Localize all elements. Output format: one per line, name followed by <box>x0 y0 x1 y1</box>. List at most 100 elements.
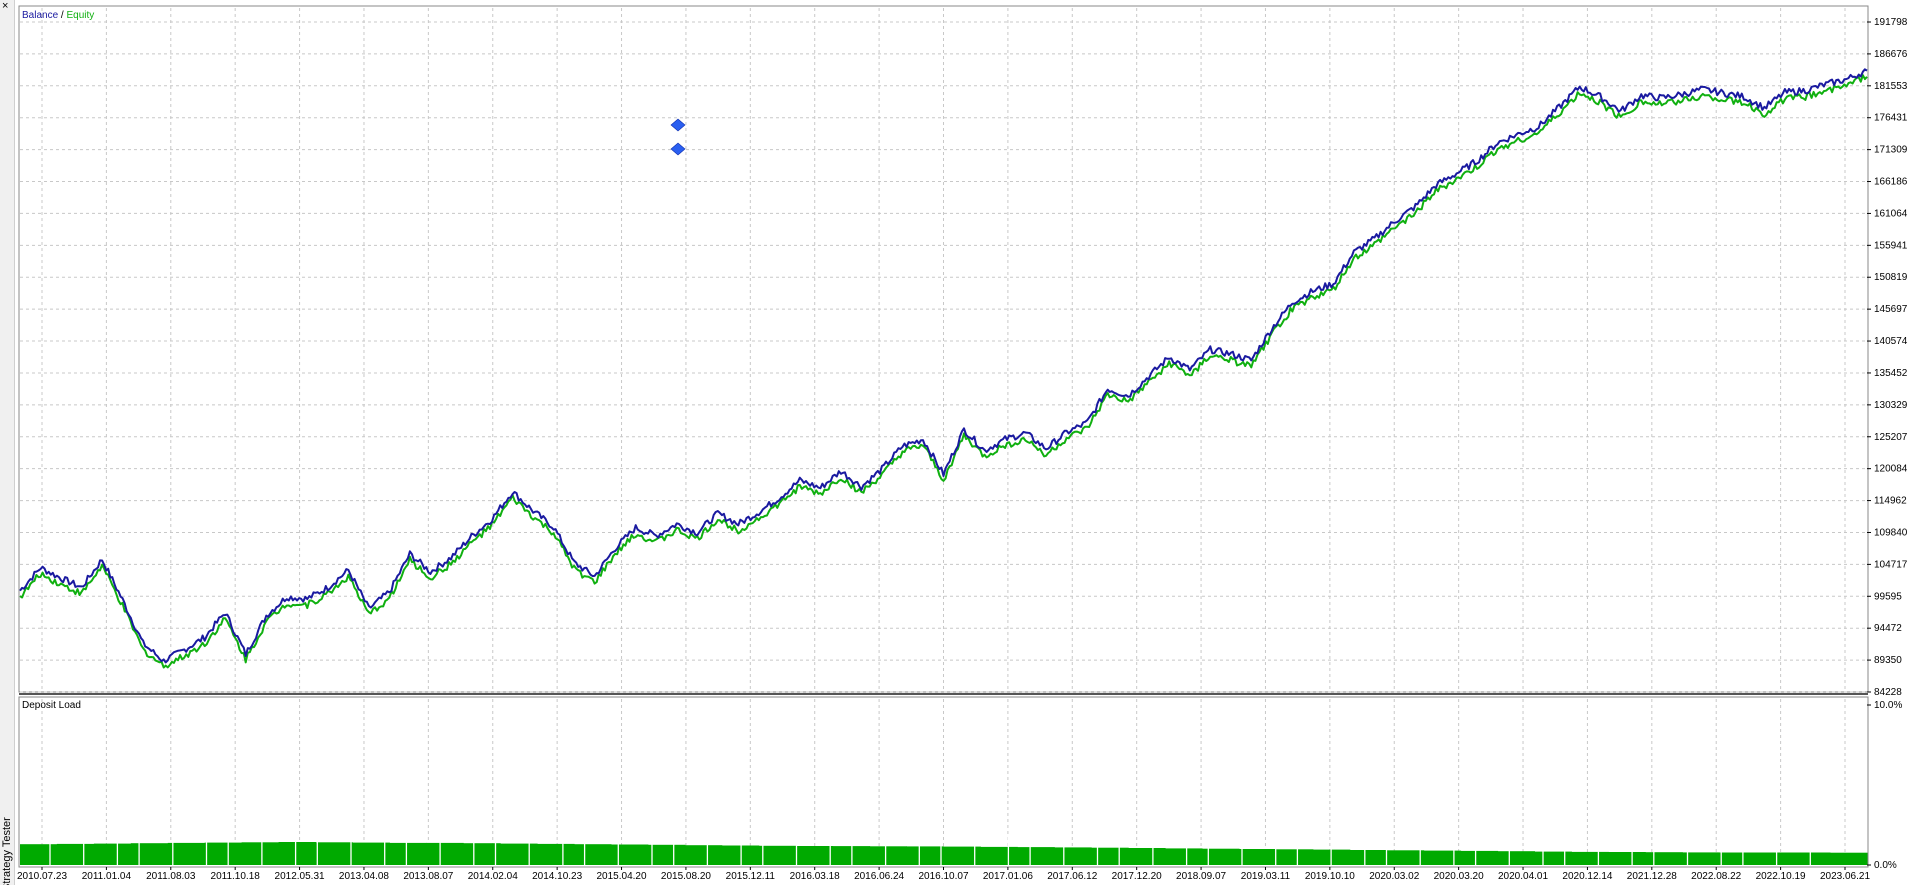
chart-legend: Balance / Equity <box>22 10 94 21</box>
main-y-axis: 191798 186676 181553 176431 171309 166186 1610… <box>1867 17 1908 698</box>
y-tick-label: 89350 <box>1874 655 1902 666</box>
tester-graph: 191798 186676 181553 176431 171309 166186 1610… <box>17 5 1908 882</box>
deposit-load-bar <box>278 842 316 865</box>
x-tick-label: 2020.04.01 <box>1498 871 1548 882</box>
deposit-load-title: Deposit Load <box>22 700 81 711</box>
y-tick-label: 171309 <box>1874 145 1908 156</box>
x-tick-label: 2020.12.14 <box>1562 871 1612 882</box>
deposit-load-bar <box>1423 850 1462 865</box>
deposit-load-bar <box>1534 851 1572 865</box>
y-tick-label: 155941 <box>1874 240 1908 251</box>
x-tick-label: 2023.06.21 <box>1820 871 1870 882</box>
legend-equity: Equity <box>66 10 94 21</box>
x-tick-label: 2015.12.11 <box>726 871 776 882</box>
balance-equity-chart: 191798 186676 181553 176431 171309 166186 1610… <box>18 5 1908 698</box>
x-tick-label: 2019.03.11 <box>1241 871 1291 882</box>
deposit-load-bar <box>1054 847 1092 865</box>
x-tick-label: 2013.08.07 <box>403 871 453 882</box>
x-tick-label: 2010.07.23 <box>17 871 67 882</box>
y-tick-label: 84228 <box>1874 687 1902 698</box>
x-tick-label: 2020.03.02 <box>1369 871 1419 882</box>
deposit-load-bar <box>1756 852 1794 865</box>
y-tick-label: 191798 <box>1874 17 1908 28</box>
y-tick-label: 130329 <box>1874 400 1908 411</box>
y-tick-label: 114962 <box>1874 496 1907 507</box>
deposit-load-bar <box>1017 847 1055 865</box>
x-tick-label: 2016.06.24 <box>854 871 904 882</box>
deposit-load-bar <box>795 846 834 865</box>
deposit-load-bar <box>204 842 243 865</box>
y-tick-label: 109840 <box>1874 527 1908 538</box>
x-tick-label: 2015.08.20 <box>661 871 711 882</box>
y-tick-label: 161064 <box>1874 208 1908 219</box>
deposit-load-bar <box>684 845 723 865</box>
x-tick-label: 2017.12.20 <box>1112 871 1162 882</box>
x-tick-label: 2017.06.12 <box>1047 871 1097 882</box>
x-tick-label: 2016.03.18 <box>790 871 840 882</box>
deposit-load-bar <box>1608 852 1646 865</box>
y-tick-label: 99595 <box>1874 591 1902 602</box>
deposit-load-bar <box>1460 850 1499 865</box>
legend-balance: Balance <box>22 10 59 21</box>
deposit-load-bar <box>315 842 353 865</box>
deposit-load-bar <box>1276 849 1314 865</box>
deposit-load-bar <box>611 844 649 865</box>
y-tick-label: 10.0% <box>1874 700 1902 711</box>
x-tick-label: 2011.01.04 <box>82 871 132 882</box>
y-tick-label: 0.0% <box>1874 860 1897 871</box>
y-tick-label: 135452 <box>1874 368 1908 379</box>
deposit-load-bar <box>20 844 58 865</box>
y-tick-label: 176431 <box>1874 113 1908 124</box>
x-tick-label: 2014.10.23 <box>532 871 582 882</box>
x-tick-label: 2015.04.20 <box>597 871 647 882</box>
deposit-load-chart: 10.0% 0.0% Deposit Load <box>18 696 1902 871</box>
x-tick-label: 2012.05.31 <box>275 871 325 882</box>
deposit-load-bar <box>1497 851 1535 865</box>
x-tick-label: 2020.03.20 <box>1434 871 1484 882</box>
y-tick-label: 145697 <box>1874 304 1908 315</box>
deposit-load-bar <box>500 843 538 865</box>
deposit-load-bar <box>758 845 797 865</box>
y-tick-label: 125207 <box>1874 432 1908 443</box>
deposit-load-bar <box>1830 852 1868 865</box>
deposit-load-bar <box>906 846 944 865</box>
deposit-load-bar <box>1386 850 1425 865</box>
y-tick-label: 104717 <box>1874 559 1908 570</box>
deposit-load-bar <box>648 844 686 865</box>
x-tick-label: 2022.10.19 <box>1756 871 1806 882</box>
deposit-load-bar <box>130 843 169 865</box>
y-tick-label: 150819 <box>1874 272 1908 283</box>
x-tick-label: 2019.10.10 <box>1305 871 1355 882</box>
deposit-load-bar <box>1645 852 1683 865</box>
y-tick-label: 120084 <box>1874 464 1908 475</box>
x-tick-label: 2011.10.18 <box>211 871 261 882</box>
deposit-load-bar <box>93 843 132 865</box>
x-tick-label: 2014.02.04 <box>468 871 518 882</box>
x-tick-label: 2011.08.03 <box>146 871 196 882</box>
deposit-load-bar <box>1128 848 1166 865</box>
y-tick-label: 181553 <box>1874 81 1908 92</box>
deposit-load-y-axis: 10.0% 0.0% <box>1867 700 1902 871</box>
deposit-load-bar <box>426 842 464 865</box>
deposit-load-frame <box>18 696 1869 868</box>
deposit-load-bar <box>574 844 612 865</box>
deposit-load-bar <box>1239 849 1277 865</box>
y-tick-label: 140574 <box>1874 336 1908 347</box>
deposit-load-bar <box>980 846 1018 865</box>
deposit-load-bar <box>1165 848 1203 865</box>
y-tick-label: 186676 <box>1874 49 1908 60</box>
x-tick-label: 2021.12.28 <box>1627 871 1677 882</box>
legend-separator: / <box>58 10 66 21</box>
deposit-load-bar <box>1349 850 1388 865</box>
deposit-load-bar <box>1719 852 1757 865</box>
deposit-load-bar <box>1793 852 1831 865</box>
deposit-load-bar <box>869 846 907 865</box>
deposit-load-bar <box>537 843 575 865</box>
deposit-load-bar <box>241 842 279 865</box>
x-axis: 2010.07.23 2011.01.04 2011.08.03 2011.10.18… <box>17 867 1870 882</box>
y-tick-label: 166186 <box>1874 177 1908 188</box>
deposit-load-bar <box>56 843 95 865</box>
deposit-load-bar <box>1571 851 1609 865</box>
x-tick-label: 2017.01.06 <box>983 871 1033 882</box>
x-tick-label: 2022.08.22 <box>1691 871 1741 882</box>
